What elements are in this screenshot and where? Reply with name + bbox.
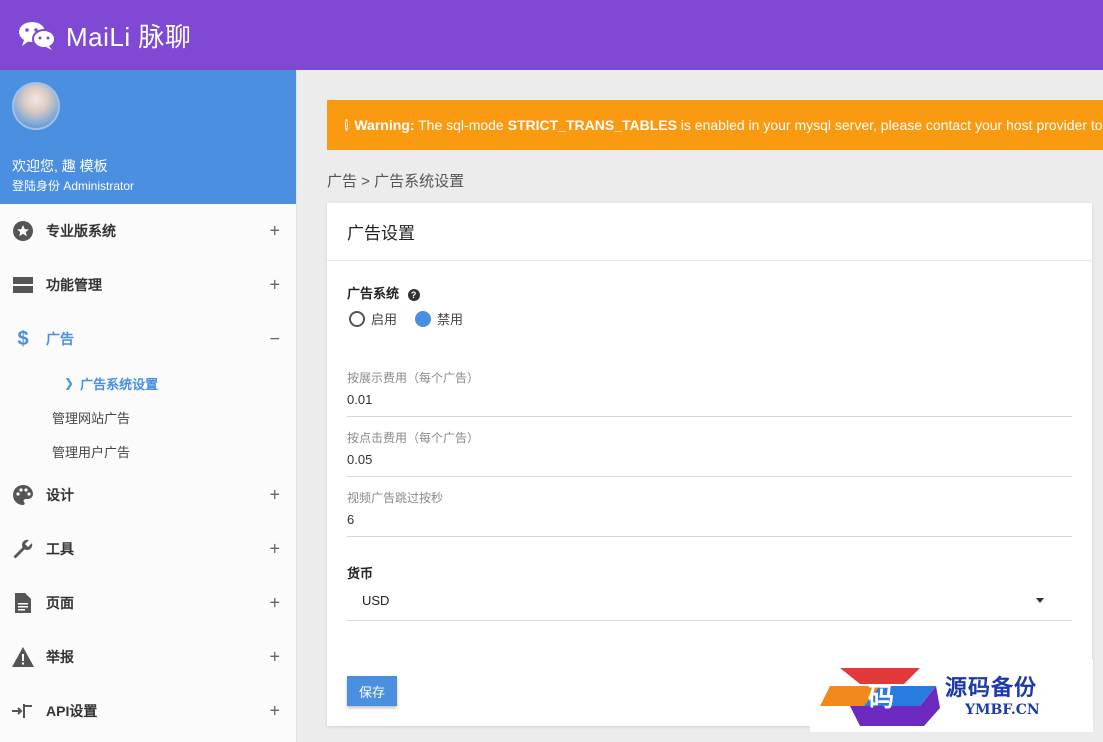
expand-icon[interactable]: + [269, 485, 280, 506]
cpm-label: 按展示费用（每个广告） [347, 371, 480, 385]
sidebar-item-label: 广告 [46, 331, 74, 347]
submenu-label: 管理网站广告 [52, 410, 131, 426]
layout-icon [12, 274, 34, 296]
submenu-ad-system-settings[interactable]: ❯ 广告系统设置 [0, 366, 296, 400]
save-button[interactable]: 保存 [347, 676, 397, 706]
top-header: MaiLi 脉聊 [0, 0, 1103, 70]
sidebar-item-label: 功能管理 [46, 277, 102, 293]
palette-icon [12, 484, 34, 506]
sidebar-item-reports[interactable]: 举报 + [0, 630, 296, 684]
sidebar-item-label: 举报 [46, 649, 74, 665]
sidebar-item-api-settings[interactable]: API设置 + [0, 684, 296, 738]
sidebar-item-pages[interactable]: 页面 + [0, 576, 296, 630]
currency-select[interactable]: USD [347, 581, 1072, 621]
sidebar-item-tools[interactable]: 工具 + [0, 522, 296, 576]
caret-down-icon[interactable] [1036, 598, 1044, 603]
watermark-logo-icon: 码 [820, 668, 940, 726]
submenu-label: 管理用户广告 [52, 444, 131, 460]
expand-icon[interactable]: + [269, 647, 280, 668]
expand-icon[interactable]: + [269, 701, 280, 722]
radio-enable-label: 启用 [371, 312, 398, 327]
warning-label: Warning: [354, 117, 415, 133]
submenu-manage-site-ads[interactable]: 管理网站广告 [0, 400, 296, 434]
chat-logo-icon [18, 20, 56, 50]
avatar[interactable] [12, 82, 60, 130]
chevron-right-icon: ❯ [64, 376, 75, 390]
currency-value: USD [362, 593, 390, 608]
expand-icon[interactable]: + [269, 221, 280, 242]
help-icon[interactable]: ? [407, 288, 420, 301]
ad-system-label-text: 广告系统 [347, 286, 400, 301]
warning-code: STRICT_TRANS_TABLES [507, 117, 677, 133]
watermark-sub: YMBF.CN [965, 702, 1040, 718]
video-skip-label: 视频广告跳过按秒 [347, 491, 444, 505]
cpc-field[interactable]: 按点击费用（每个广告） 0.05 [347, 427, 1072, 477]
user-profile-panel: 欢迎您, 趣 模板 登陆身份 Administrator [0, 70, 296, 204]
wrench-icon [12, 538, 34, 560]
welcome-text: 欢迎您, 趣 模板 [12, 158, 108, 174]
watermark-logo-char: 码 [868, 683, 894, 713]
cpc-value[interactable]: 0.05 [347, 452, 1072, 467]
cpm-field[interactable]: 按展示费用（每个广告） 0.01 [347, 367, 1072, 417]
radio-disable-circle[interactable] [415, 310, 432, 327]
star-circle-icon [12, 220, 34, 242]
expand-icon[interactable]: + [269, 593, 280, 614]
video-skip-field[interactable]: 视频广告跳过按秒 6 [347, 487, 1072, 537]
main-content: ! Warning: The sql-mode STRICT_TRANS_TAB… [297, 70, 1103, 742]
sidebar-item-label: 设计 [46, 487, 74, 503]
sidebar-menu: 专业版系统 + 功能管理 + $ 广告 − ❯ 广告系统设置 管理网站广告 管理… [0, 204, 296, 738]
dollar-icon: $ [17, 327, 29, 350]
sidebar: 欢迎您, 趣 模板 登陆身份 Administrator 专业版系统 + 功能管… [0, 70, 297, 742]
sidebar-item-design[interactable]: 设计 + [0, 468, 296, 522]
card-title: 广告设置 [327, 203, 1092, 261]
radio-disable[interactable]: 禁用 [415, 309, 463, 328]
cpc-label: 按点击费用（每个广告） [347, 431, 480, 445]
ads-submenu: ❯ 广告系统设置 管理网站广告 管理用户广告 [0, 366, 296, 468]
sidebar-item-label: 页面 [46, 595, 74, 611]
warning-text-2: is enabled in your mysql server, please … [676, 117, 1103, 133]
ad-settings-card: 广告设置 广告系统 ? 启用 禁用 按展示费用（每个广告） 0.01 按点击费用… [327, 203, 1092, 726]
radio-enable-circle[interactable] [349, 310, 365, 327]
radio-disable-label: 禁用 [437, 312, 464, 327]
cpm-value[interactable]: 0.01 [347, 392, 1072, 407]
collapse-icon[interactable]: − [269, 329, 280, 350]
sidebar-item-pro-system[interactable]: 专业版系统 + [0, 204, 296, 258]
submenu-label: 广告系统设置 [80, 376, 159, 392]
radio-enable[interactable]: 启用 [349, 309, 397, 328]
sidebar-item-features[interactable]: 功能管理 + [0, 258, 296, 312]
sidebar-item-ads[interactable]: $ 广告 − [0, 312, 296, 366]
warning-icon [12, 646, 34, 668]
submenu-manage-user-ads[interactable]: 管理用户广告 [0, 434, 296, 468]
warning-text-1: The sql-mode [414, 117, 508, 133]
document-icon [12, 592, 34, 614]
sidebar-item-label: API设置 [46, 703, 98, 719]
sidebar-item-label: 工具 [46, 541, 74, 557]
user-role: 登陆身份 Administrator [12, 179, 135, 193]
app-title[interactable]: MaiLi 脉聊 [66, 17, 191, 54]
warning-banner: ! Warning: The sql-mode STRICT_TRANS_TAB… [327, 100, 1103, 150]
expand-icon[interactable]: + [269, 539, 280, 560]
watermark-text: 源码备份 [945, 675, 1038, 701]
expand-icon[interactable]: + [269, 275, 280, 296]
currency-label: 货币 [347, 566, 374, 581]
api-icon [12, 700, 34, 722]
sidebar-item-label: 专业版系统 [46, 223, 116, 239]
exclamation-icon: ! [345, 119, 349, 131]
ad-system-radio-group: 启用 禁用 [349, 309, 481, 328]
watermark: 码 源码备份 YMBF.CN [810, 660, 1093, 732]
ad-system-label: 广告系统 ? [347, 283, 420, 302]
breadcrumb: 广告 > 广告系统设置 [327, 173, 465, 190]
video-skip-value[interactable]: 6 [347, 512, 1072, 527]
